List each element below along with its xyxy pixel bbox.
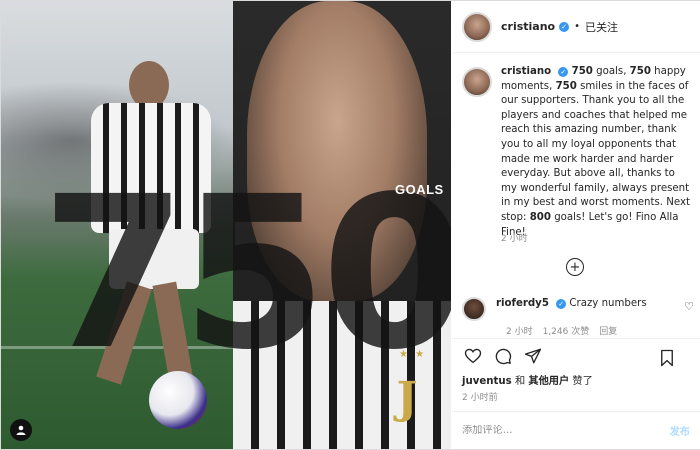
bookmark-glyph bbox=[661, 349, 673, 367]
club-stars: ★ ★ bbox=[399, 349, 427, 360]
player-head bbox=[129, 61, 169, 109]
avatar[interactable] bbox=[462, 11, 492, 42]
caption-number: 750 bbox=[555, 80, 577, 92]
heart-glyph bbox=[464, 348, 482, 363]
caption-segment: smiles in the faces of our supporters. T… bbox=[501, 80, 691, 223]
other-likers-link[interactable]: 其他用户 bbox=[528, 376, 569, 387]
load-more-comments-icon[interactable]: + bbox=[566, 258, 584, 276]
post-timestamp: 2 小时前 bbox=[462, 393, 498, 403]
caption-number: 800 bbox=[529, 211, 551, 223]
save-bookmark-icon[interactable] bbox=[656, 347, 678, 369]
comment-row: rioferdy5 ✓ Crazy numbers ♡ bbox=[462, 297, 694, 321]
comment-glyph bbox=[495, 348, 512, 364]
verified-badge-icon: ✓ bbox=[559, 21, 570, 32]
post-image[interactable]: 750 GOALS ★ ★ J bbox=[1, 1, 451, 449]
comment-text: Crazy numbers bbox=[569, 298, 647, 309]
comment-reply-button[interactable]: 回复 bbox=[599, 324, 617, 337]
caption-number: 750 bbox=[629, 66, 651, 77]
goals-word: GOALS bbox=[395, 182, 444, 197]
likes-conjunction: 和 bbox=[511, 376, 529, 387]
caption-segment: goals, bbox=[592, 66, 630, 77]
comment-meta: 2 小时 1,246 次赞 回复 bbox=[506, 324, 617, 337]
juventus-logo: J bbox=[396, 373, 418, 424]
post-sidebar: cristiano ✓ • 已关注 cristiano ✓ 750 goals,… bbox=[452, 1, 700, 449]
post-modal: 750 GOALS ★ ★ J cristiano ✓ • 已关注 cristi… bbox=[0, 0, 700, 450]
separator-dot: • bbox=[574, 21, 581, 32]
like-heart-icon[interactable] bbox=[462, 345, 484, 367]
caption-text: 750 goals, 750 happy moments, 750 smiles… bbox=[501, 66, 690, 238]
caption-time: 2 小时 bbox=[501, 234, 528, 244]
share-glyph bbox=[524, 348, 542, 363]
share-paper-plane-icon[interactable] bbox=[522, 345, 544, 367]
verified-badge-icon: ✓ bbox=[558, 67, 569, 78]
post-header: cristiano ✓ • 已关注 bbox=[452, 1, 700, 53]
user-tag-icon[interactable] bbox=[10, 419, 32, 441]
user-tag-glyph bbox=[16, 425, 26, 435]
commenter-avatar[interactable] bbox=[462, 297, 486, 321]
liker-username[interactable]: juventus bbox=[462, 376, 512, 387]
caption-number: 750 bbox=[571, 66, 593, 77]
header-username[interactable]: cristiano bbox=[501, 20, 555, 33]
likes-suffix: 赞了 bbox=[569, 376, 593, 387]
comment-username[interactable]: rioferdy5 bbox=[496, 298, 549, 309]
likes-summary: juventus 和 其他用户 赞了 bbox=[462, 372, 593, 387]
big-number: 750 bbox=[41, 151, 451, 396]
comment-like-heart-icon[interactable]: ♡ bbox=[684, 300, 694, 321]
comment-time: 2 小时 bbox=[506, 327, 533, 337]
caption-avatar[interactable] bbox=[462, 67, 492, 97]
add-comment-box: 发布 bbox=[452, 411, 700, 449]
comment-body: rioferdy5 ✓ Crazy numbers bbox=[496, 297, 684, 321]
action-bar bbox=[452, 338, 700, 372]
post-comment-button[interactable]: 发布 bbox=[670, 423, 690, 438]
caption-body: cristiano ✓ 750 goals, 750 happy moments… bbox=[501, 65, 691, 240]
caption-username[interactable]: cristiano bbox=[501, 66, 551, 77]
comment-input[interactable] bbox=[462, 425, 670, 436]
comment-likes[interactable]: 1,246 次赞 bbox=[543, 324, 590, 337]
follow-button[interactable]: 已关注 bbox=[585, 19, 618, 35]
verified-badge-icon: ✓ bbox=[556, 299, 567, 309]
post-caption: cristiano ✓ 750 goals, 750 happy moments… bbox=[462, 65, 692, 240]
comment-bubble-icon[interactable] bbox=[492, 345, 514, 367]
